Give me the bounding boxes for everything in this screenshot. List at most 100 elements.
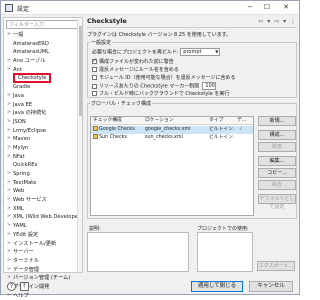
import-export-icon[interactable]: ⤒ (20, 282, 29, 291)
tree-item[interactable]: > TextMate (6, 179, 80, 188)
apply-and-close-button[interactable]: 適用して閉じる (191, 281, 243, 292)
col-header-type[interactable]: タイプ (209, 117, 231, 125)
tree-item[interactable]: > Web (6, 187, 80, 196)
tree-item-label: JSON (13, 118, 26, 125)
tree-item[interactable]: > JSON (6, 118, 80, 127)
chevron-right-icon[interactable]: > (7, 179, 11, 188)
set-default-button[interactable]: デフォルトとして設定 (258, 194, 296, 210)
chevron-right-icon[interactable]: > (7, 153, 11, 162)
tree-item[interactable]: > Mylyn (6, 144, 80, 153)
tree-item[interactable]: > XML (6, 205, 80, 214)
chevron-right-icon[interactable]: > (7, 222, 11, 231)
tree-item[interactable]: > データ管理 (6, 266, 80, 275)
chevron-right-icon[interactable]: > (7, 257, 11, 266)
config-table: チェック構成 ロケーション タイプ デ... Google Checks goog… (90, 116, 254, 216)
chevron-right-icon[interactable]: > (7, 196, 11, 205)
config-type: ビルトイン... (209, 127, 235, 132)
config-location: sun_checks.xml (145, 135, 183, 140)
tree-item[interactable]: > 一般 (6, 31, 80, 40)
chevron-right-icon[interactable]: > (7, 109, 11, 118)
table-row[interactable]: Google Checks google_checks.xml ビルトイン... ✓ (91, 126, 253, 134)
chevron-right-icon[interactable]: > (7, 213, 11, 222)
option-row: フル・ビルド時にバックグラウンドで Checkstyle を実行 (92, 90, 229, 97)
tree-item[interactable]: > YEdit 設定 (6, 231, 80, 240)
chevron-right-icon[interactable]: > (7, 135, 11, 144)
rebuild-select[interactable]: prompt ▼ (180, 48, 221, 56)
copy-button[interactable]: コピー... (258, 168, 296, 178)
maximize-button[interactable]: ☐ (260, 2, 274, 13)
remove-copy-button[interactable]: 除去 (258, 180, 296, 190)
chevron-right-icon[interactable]: > (7, 101, 11, 110)
new-button[interactable]: 新規... (258, 116, 296, 126)
tree-item[interactable]: > Java の持続化 (6, 109, 80, 118)
table-row[interactable]: Sun Checks sun_checks.xml ビルトイン... (91, 134, 253, 142)
page-navigation[interactable]: ⇦ ▾ ⇨ ▾ ⋮ (258, 18, 297, 25)
tree-scrollbar[interactable] (77, 18, 82, 272)
tree-item-label: Java EE (13, 101, 33, 108)
col-header-name[interactable]: チェック構成 (93, 117, 137, 125)
option-checkbox[interactable] (92, 58, 97, 64)
option-checkbox[interactable] (92, 91, 97, 96)
minimize-button[interactable]: − (243, 2, 257, 13)
tree-item[interactable]: > サーバー (6, 248, 80, 257)
tree-item[interactable]: > Lrmy/Eclipse (6, 127, 80, 136)
chevron-right-icon[interactable]: > (7, 57, 11, 66)
chevron-right-icon[interactable]: > (7, 266, 11, 275)
option-checkbox[interactable] (92, 67, 97, 72)
window-title: 設定 (17, 6, 30, 13)
remove-button[interactable]: 除去 (258, 142, 296, 152)
global-config-label: グローバル・チェック構成 (90, 100, 152, 107)
chevron-right-icon[interactable]: > (7, 231, 11, 240)
tree-item[interactable]: > Maven (6, 135, 80, 144)
tree-item-label: インストール/更新 (13, 240, 57, 247)
tree-item[interactable]: Checkstyle (6, 73, 80, 84)
export-button[interactable]: エクスポート... (257, 261, 295, 271)
chevron-right-icon[interactable]: > (7, 92, 11, 101)
configure-button[interactable]: 構成... (258, 130, 296, 140)
cancel-button[interactable]: キャンセル (249, 281, 293, 292)
chevron-right-icon[interactable]: > (7, 127, 11, 136)
option-checkbox[interactable] (92, 75, 97, 80)
rebuild-value: prompt (183, 49, 202, 55)
filter-input[interactable]: フィルター入力 (6, 20, 80, 29)
help-icon[interactable]: ? (7, 282, 16, 291)
tree-item[interactable]: AmaterasUML (6, 48, 80, 57)
tree-item[interactable]: > Java (6, 92, 80, 101)
col-header-default[interactable]: デ... (237, 117, 251, 125)
tree-item[interactable]: > NFat (6, 153, 80, 162)
description-label: 説明: (89, 226, 101, 232)
scrollbar-thumb[interactable] (79, 26, 82, 116)
tree-item[interactable]: > Web サービス (6, 196, 80, 205)
tree-item[interactable]: > Spring (6, 170, 80, 179)
tree-item[interactable]: Gradle (6, 83, 80, 92)
option-checkbox[interactable] (92, 83, 97, 89)
chevron-right-icon[interactable]: > (7, 144, 11, 153)
tree-item-label: Web (13, 188, 25, 195)
tree-item[interactable]: > YAML (6, 222, 80, 231)
tree-item[interactable]: > Java EE (6, 101, 80, 110)
chevron-right-icon[interactable]: > (7, 31, 11, 40)
tree-item[interactable]: > ターミナル (6, 257, 80, 266)
tree-item[interactable]: > インストール/更新 (6, 240, 80, 249)
marker-limit-input[interactable]: 100 (202, 82, 217, 90)
config-name-cell: Sun Checks (93, 134, 143, 142)
chevron-right-icon[interactable]: > (7, 66, 11, 75)
tree-item-label: QuickREx (13, 162, 38, 169)
chevron-right-icon[interactable]: > (7, 118, 11, 127)
general-settings-group: 一般設定 必要な場合にプロジェクトを再ビルド: prompt ▼ 構成ファイルが変… (87, 39, 297, 98)
tree-item-label: AmaterasERD (13, 40, 49, 47)
chevron-right-icon[interactable]: > (7, 205, 11, 214)
chevron-right-icon[interactable]: > (7, 248, 11, 257)
tree-item[interactable]: > Ano ユーゾル (6, 57, 80, 66)
config-type: ビルトイン... (209, 135, 235, 140)
close-button[interactable]: ✕ (279, 2, 293, 13)
tree-item[interactable]: > XML (Wild Web Developer) (6, 213, 82, 222)
edit-button[interactable]: 編集... (258, 156, 296, 166)
tree-item[interactable]: AmaterasERD (6, 40, 80, 49)
tree-item[interactable]: QuickREx (6, 161, 80, 170)
col-header-location[interactable]: ロケーション (145, 117, 195, 125)
general-settings-label: 一般設定 (90, 39, 113, 46)
chevron-right-icon[interactable]: > (7, 240, 11, 249)
chevron-right-icon[interactable]: > (7, 187, 11, 196)
chevron-right-icon[interactable]: > (7, 170, 11, 179)
